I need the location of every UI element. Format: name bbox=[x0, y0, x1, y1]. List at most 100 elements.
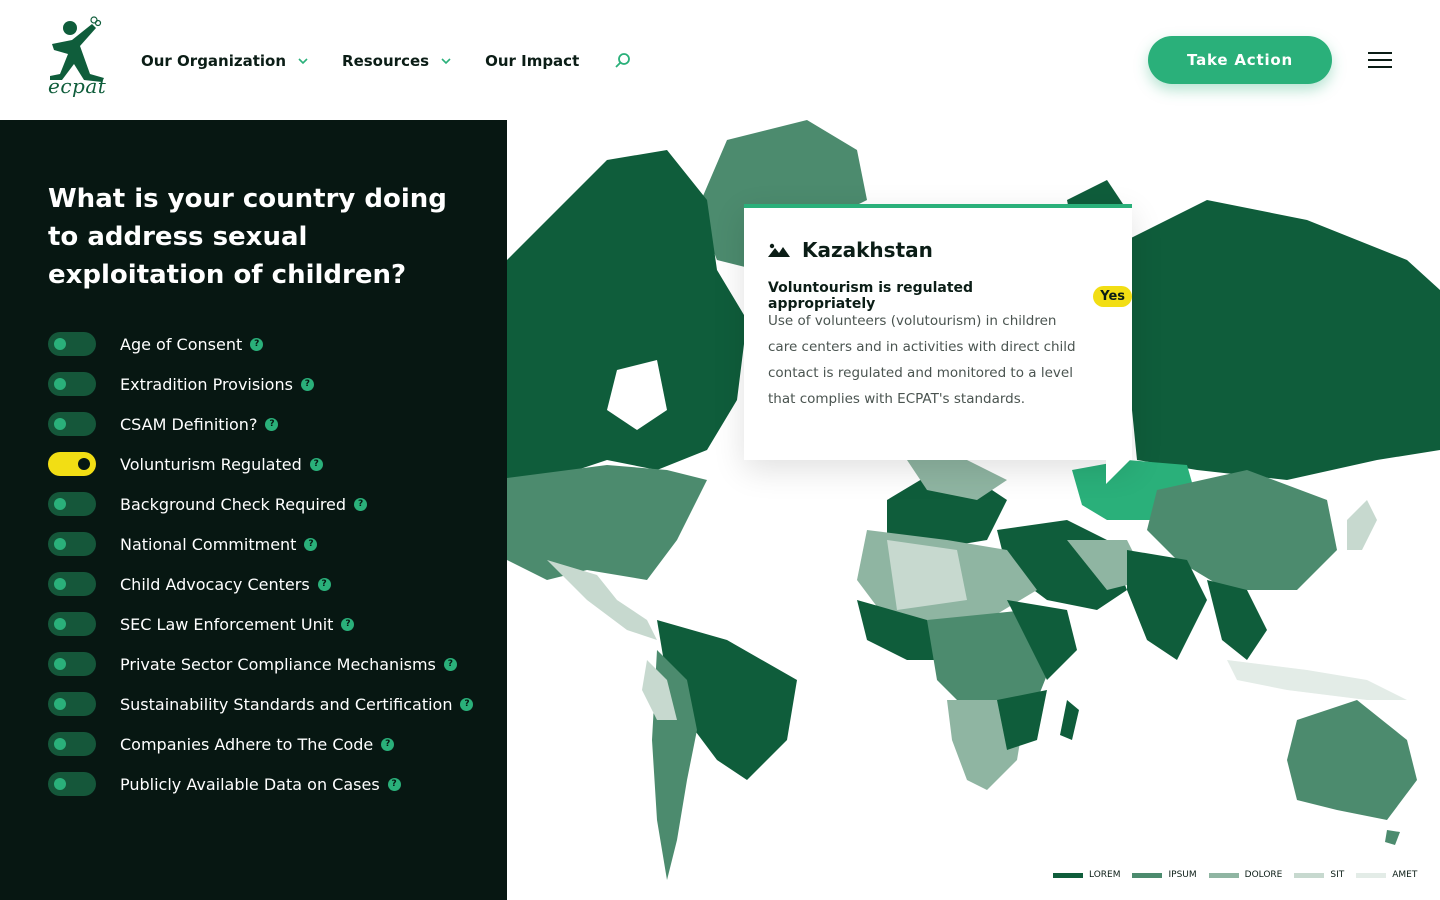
logo-wordmark: ecpat bbox=[48, 74, 107, 98]
main-nav: Our Organization Resources Our Impact bbox=[141, 48, 633, 74]
legend-swatch bbox=[1356, 872, 1387, 878]
help-icon[interactable]: ? bbox=[304, 537, 318, 551]
toggle-knob bbox=[54, 778, 66, 790]
toggle-knob bbox=[54, 378, 66, 390]
toggle-row[interactable]: Companies Adhere to The Code? bbox=[48, 732, 473, 756]
toggle-row[interactable]: Background Check Required? bbox=[48, 492, 473, 516]
legend-item: IPSUM bbox=[1132, 870, 1197, 880]
legend-swatch bbox=[1208, 872, 1239, 878]
legend-item: AMET bbox=[1356, 870, 1417, 880]
toggle-row[interactable]: Child Advocacy Centers? bbox=[48, 572, 473, 596]
map-legend: LOREM IPSUM DOLORE SIT AMET bbox=[1053, 870, 1429, 880]
toggle-switch[interactable] bbox=[48, 692, 96, 716]
legend-label: LOREM bbox=[1089, 870, 1121, 880]
map-region-australia[interactable] bbox=[1287, 700, 1417, 820]
toggle-switch[interactable] bbox=[48, 372, 96, 396]
toggle-switch[interactable] bbox=[48, 332, 96, 356]
nav-label: Resources bbox=[342, 52, 430, 70]
toggle-switch[interactable] bbox=[48, 732, 96, 756]
answer-badge: Yes bbox=[1093, 285, 1132, 307]
legend-swatch bbox=[1053, 872, 1083, 878]
toggle-knob bbox=[54, 578, 66, 590]
help-icon[interactable]: ? bbox=[309, 457, 323, 471]
toggle-row[interactable]: SEC Law Enforcement Unit? bbox=[48, 612, 473, 636]
toggle-knob bbox=[54, 658, 66, 670]
help-icon[interactable]: ? bbox=[265, 417, 279, 431]
toggle-knob bbox=[54, 738, 66, 750]
nav-label: Our Organization bbox=[141, 52, 287, 70]
legend-label: IPSUM bbox=[1168, 870, 1197, 880]
map-region-russia[interactable] bbox=[1127, 200, 1440, 480]
nav-our-impact[interactable]: Our Impact bbox=[485, 52, 579, 70]
toggle-label: Child Advocacy Centers bbox=[120, 574, 310, 594]
toggle-label: Background Check Required bbox=[120, 494, 347, 514]
legend-label: SIT bbox=[1330, 870, 1345, 880]
help-icon[interactable]: ? bbox=[443, 657, 457, 671]
popup-tail bbox=[1106, 458, 1132, 484]
legend-swatch bbox=[1132, 872, 1163, 878]
toggle-row[interactable]: Extradition Provisions? bbox=[48, 372, 473, 396]
map-region-sahara[interactable] bbox=[887, 540, 967, 610]
toggle-switch[interactable] bbox=[48, 452, 96, 476]
toggle-list: Age of Consent? Extradition Provisions? CS… bbox=[48, 332, 474, 812]
country-flag-icon bbox=[768, 243, 790, 257]
toggle-label: Extradition Provisions bbox=[120, 374, 293, 394]
help-icon[interactable]: ? bbox=[354, 497, 368, 511]
toggle-label: National Commitment bbox=[120, 534, 297, 554]
toggle-switch[interactable] bbox=[48, 492, 96, 516]
toggle-knob bbox=[54, 618, 66, 630]
toggle-label: Private Sector Compliance Mechanisms bbox=[120, 654, 436, 674]
help-icon[interactable]: ? bbox=[387, 777, 401, 791]
toggle-row[interactable]: National Commitment? bbox=[48, 532, 473, 556]
help-icon[interactable]: ? bbox=[250, 337, 264, 351]
toggle-row[interactable]: Volunturism Regulated? bbox=[48, 452, 473, 476]
map-region-madagascar[interactable] bbox=[1060, 700, 1079, 740]
toggle-label: Volunturism Regulated bbox=[120, 454, 302, 474]
legend-item: SIT bbox=[1294, 870, 1344, 880]
chevron-down-icon bbox=[441, 58, 451, 65]
toggle-row[interactable]: CSAM Definition?? bbox=[48, 412, 473, 436]
country-name: Kazakhstan bbox=[802, 238, 933, 262]
toggle-switch[interactable] bbox=[48, 772, 96, 796]
help-icon[interactable]: ? bbox=[381, 737, 395, 751]
take-action-button[interactable]: Take Action bbox=[1148, 36, 1332, 84]
map-region-japan[interactable] bbox=[1347, 500, 1377, 550]
country-popup: Kazakhstan Voluntourism is regulated app… bbox=[744, 204, 1132, 460]
toggle-switch[interactable] bbox=[48, 612, 96, 636]
map-region-tasmania[interactable] bbox=[1385, 830, 1400, 845]
toggle-row[interactable]: Age of Consent? bbox=[48, 332, 473, 356]
search-icon[interactable] bbox=[613, 51, 633, 71]
legend-label: AMET bbox=[1392, 870, 1418, 880]
help-icon[interactable]: ? bbox=[317, 577, 331, 591]
legend-item: LOREM bbox=[1053, 870, 1120, 880]
toggle-label: Age of Consent bbox=[120, 334, 243, 354]
toggle-knob bbox=[54, 338, 66, 350]
toggle-row[interactable]: Private Sector Compliance Mechanisms? bbox=[48, 652, 473, 676]
map-region-indonesia[interactable] bbox=[1227, 660, 1407, 700]
site-header: ecpat Our Organization Resources Our Imp… bbox=[0, 0, 1440, 120]
toggle-row[interactable]: Publicly Available Data on Cases? bbox=[48, 772, 473, 796]
help-icon[interactable]: ? bbox=[341, 617, 355, 631]
hamburger-menu-icon[interactable] bbox=[1368, 52, 1392, 68]
toggle-label: CSAM Definition? bbox=[120, 414, 258, 434]
popup-title: Kazakhstan bbox=[768, 238, 933, 262]
toggle-switch[interactable] bbox=[48, 572, 96, 596]
help-icon[interactable]: ? bbox=[300, 377, 314, 391]
nav-our-organization[interactable]: Our Organization bbox=[141, 52, 308, 70]
map-region-usa[interactable] bbox=[507, 465, 707, 580]
popup-description: Use of volunteers (volutourism) in child… bbox=[768, 313, 1076, 407]
toggle-knob bbox=[54, 538, 66, 550]
nav-resources[interactable]: Resources bbox=[342, 52, 451, 70]
legend-swatch bbox=[1294, 872, 1325, 878]
toggle-switch[interactable] bbox=[48, 412, 96, 436]
toggle-label: Publicly Available Data on Cases bbox=[120, 774, 380, 794]
help-icon[interactable]: ? bbox=[460, 697, 474, 711]
toggle-switch[interactable] bbox=[48, 532, 96, 556]
map-region-se-asia[interactable] bbox=[1207, 580, 1267, 660]
toggle-knob bbox=[78, 458, 90, 470]
toggle-label: Companies Adhere to The Code bbox=[120, 734, 374, 754]
toggle-switch[interactable] bbox=[48, 652, 96, 676]
toggle-row[interactable]: Sustainability Standards and Certificati… bbox=[48, 692, 474, 716]
toggle-knob bbox=[54, 418, 66, 430]
toggle-label: Sustainability Standards and Certificati… bbox=[120, 694, 453, 714]
